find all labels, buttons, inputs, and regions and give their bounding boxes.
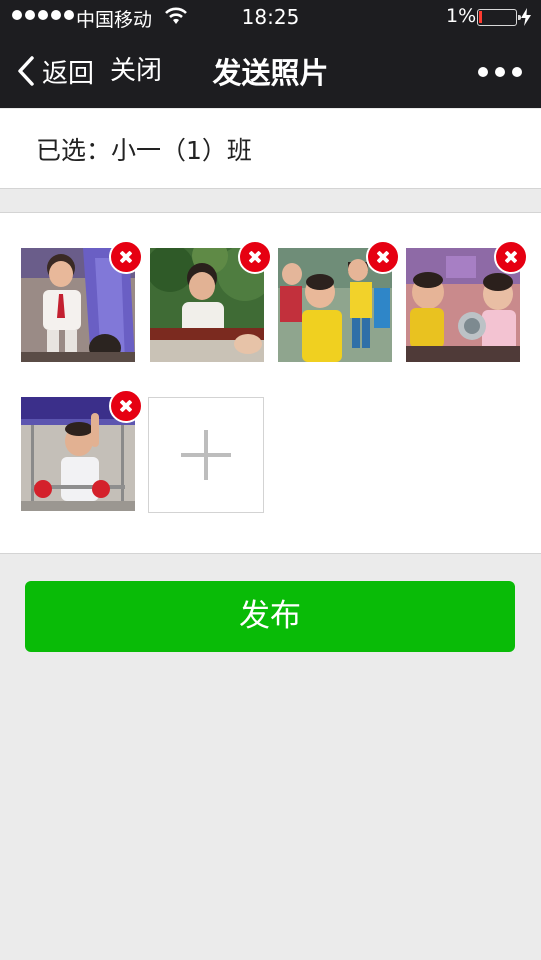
remove-icon[interactable] bbox=[109, 240, 143, 274]
selected-class-label: 已选：小一（1）班 bbox=[36, 136, 252, 165]
photo-4[interactable] bbox=[406, 240, 528, 362]
add-photo-button[interactable] bbox=[148, 397, 264, 513]
photo-2[interactable] bbox=[150, 240, 272, 362]
remove-icon[interactable] bbox=[238, 240, 272, 274]
status-bar: 中国移动 18:25 1% bbox=[0, 0, 541, 34]
publish-button[interactable]: 发布 bbox=[25, 581, 515, 652]
chevron-left-icon bbox=[18, 56, 34, 86]
selected-class-row[interactable]: 已选：小一（1）班 bbox=[0, 109, 541, 189]
photo-1[interactable] bbox=[21, 240, 143, 362]
remove-icon[interactable] bbox=[494, 240, 528, 274]
back-label: 返回 bbox=[42, 58, 95, 89]
close-button[interactable]: 关闭 bbox=[110, 52, 162, 90]
battery-icon bbox=[477, 9, 521, 26]
nav-bar: 返回 关闭 发送照片 bbox=[0, 34, 541, 108]
battery-percent: 1% bbox=[446, 5, 477, 27]
photo-5[interactable] bbox=[21, 389, 143, 511]
photo-grid bbox=[0, 212, 541, 554]
photo-3[interactable] bbox=[278, 240, 400, 362]
back-button[interactable]: 返回 bbox=[16, 52, 94, 90]
more-dots-icon[interactable] bbox=[478, 64, 522, 80]
remove-icon[interactable] bbox=[366, 240, 400, 274]
charging-bolt-icon bbox=[521, 8, 531, 26]
remove-icon[interactable] bbox=[109, 389, 143, 423]
